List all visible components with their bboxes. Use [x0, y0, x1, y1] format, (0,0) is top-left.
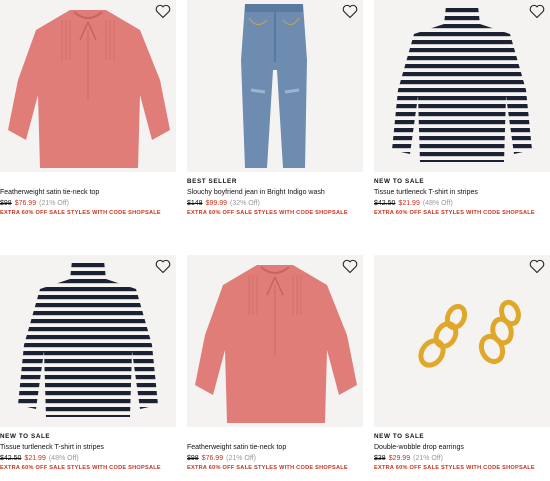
- product-badge: NEW TO SALE: [374, 433, 425, 440]
- product-image[interactable]: [0, 255, 176, 427]
- product-card[interactable]: Featherweight satin tie-neck top $98 $76.…: [0, 0, 176, 216]
- original-price: $98: [0, 200, 12, 207]
- discount: (48% Off): [48, 455, 79, 462]
- product-image[interactable]: [187, 0, 363, 172]
- product-badge: NEW TO SALE: [0, 433, 51, 440]
- product-price: $148 $99.99 (32% Off): [187, 200, 363, 207]
- sale-price: $29.99: [388, 455, 411, 462]
- promo-text: EXTRA 60% OFF SALE STYLES WITH CODE SHOP…: [374, 465, 535, 471]
- product-price: $42.50 $21.99 (48% Off): [374, 200, 550, 207]
- sale-price: $21.99: [398, 200, 420, 207]
- product-card[interactable]: NEW TO SALE Tissue turtleneck T-shirt in…: [0, 255, 176, 471]
- product-price: $98 $76.99 (21% Off): [187, 455, 363, 462]
- product-card[interactable]: Featherweight satin tie-neck top $98 $76.…: [187, 255, 363, 471]
- promo-text: EXTRA 60% OFF SALE STYLES WITH CODE SHOP…: [374, 210, 535, 216]
- heart-icon[interactable]: [529, 4, 545, 19]
- striped-turtleneck-image: [392, 6, 532, 162]
- original-price: $42.50: [0, 455, 22, 462]
- product-name[interactable]: Tissue turtleneck T-shirt in stripes: [374, 189, 550, 196]
- product-card[interactable]: NEW TO SALE Double-wobble drop earrings …: [374, 255, 550, 471]
- sale-price: $76.99: [201, 455, 224, 462]
- heart-icon[interactable]: [155, 4, 171, 19]
- product-price: $42.50 $21.99 (48% Off): [0, 455, 176, 462]
- original-price: $42.50: [374, 200, 396, 207]
- promo-text: EXTRA 60% OFF SALE STYLES WITH CODE SHOP…: [0, 210, 161, 216]
- product-image[interactable]: [0, 0, 176, 172]
- product-image[interactable]: [187, 255, 363, 427]
- heart-icon[interactable]: [529, 259, 545, 274]
- product-badge: BEST SELLER: [187, 178, 237, 185]
- product-name[interactable]: Featherweight satin tie-neck top: [187, 444, 363, 451]
- product-grid: Featherweight satin tie-neck top $98 $76.…: [0, 0, 550, 481]
- heart-icon[interactable]: [342, 259, 358, 274]
- promo-text: EXTRA 60% OFF SALE STYLES WITH CODE SHOP…: [187, 210, 348, 216]
- product-name[interactable]: Slouchy boyfriend jean in Bright Indigo …: [187, 189, 363, 196]
- heart-icon[interactable]: [155, 259, 171, 274]
- discount: (21% Off): [39, 200, 69, 207]
- product-name[interactable]: Double-wobble drop earrings: [374, 444, 550, 451]
- product-image[interactable]: [374, 0, 550, 172]
- promo-text: EXTRA 60% OFF SALE STYLES WITH CODE SHOP…: [0, 465, 161, 471]
- product-image[interactable]: [374, 255, 550, 427]
- jeans-image: [241, 4, 307, 168]
- product-name[interactable]: Featherweight satin tie-neck top: [0, 189, 176, 196]
- pink-blouse-image: [195, 265, 357, 423]
- striped-turtleneck-image: [18, 261, 158, 417]
- heart-icon[interactable]: [342, 4, 358, 19]
- product-badge: NEW TO SALE: [374, 178, 425, 185]
- original-price: $148: [187, 200, 203, 207]
- product-price: $38 $29.99 (21% Off): [374, 455, 550, 462]
- discount: (21% Off): [226, 455, 256, 462]
- pink-blouse-image: [8, 10, 170, 168]
- promo-text: EXTRA 60% OFF SALE STYLES WITH CODE SHOP…: [187, 465, 348, 471]
- product-badge: [187, 433, 363, 440]
- discount: (48% Off): [422, 200, 453, 207]
- sale-price: $99.99: [205, 200, 227, 207]
- original-price: $98: [187, 455, 199, 462]
- gold-earrings-image: [418, 299, 521, 368]
- discount: (21% Off): [413, 455, 443, 462]
- product-card[interactable]: NEW TO SALE Tissue turtleneck T-shirt in…: [374, 0, 550, 216]
- sale-price: $76.99: [14, 200, 37, 207]
- product-card[interactable]: BEST SELLER Slouchy boyfriend jean in Br…: [187, 0, 363, 216]
- product-badge: [0, 178, 176, 185]
- product-price: $98 $76.99 (21% Off): [0, 200, 176, 207]
- product-name[interactable]: Tissue turtleneck T-shirt in stripes: [0, 444, 176, 451]
- discount: (32% Off): [230, 200, 260, 207]
- original-price: $38: [374, 455, 386, 462]
- sale-price: $21.99: [24, 455, 46, 462]
